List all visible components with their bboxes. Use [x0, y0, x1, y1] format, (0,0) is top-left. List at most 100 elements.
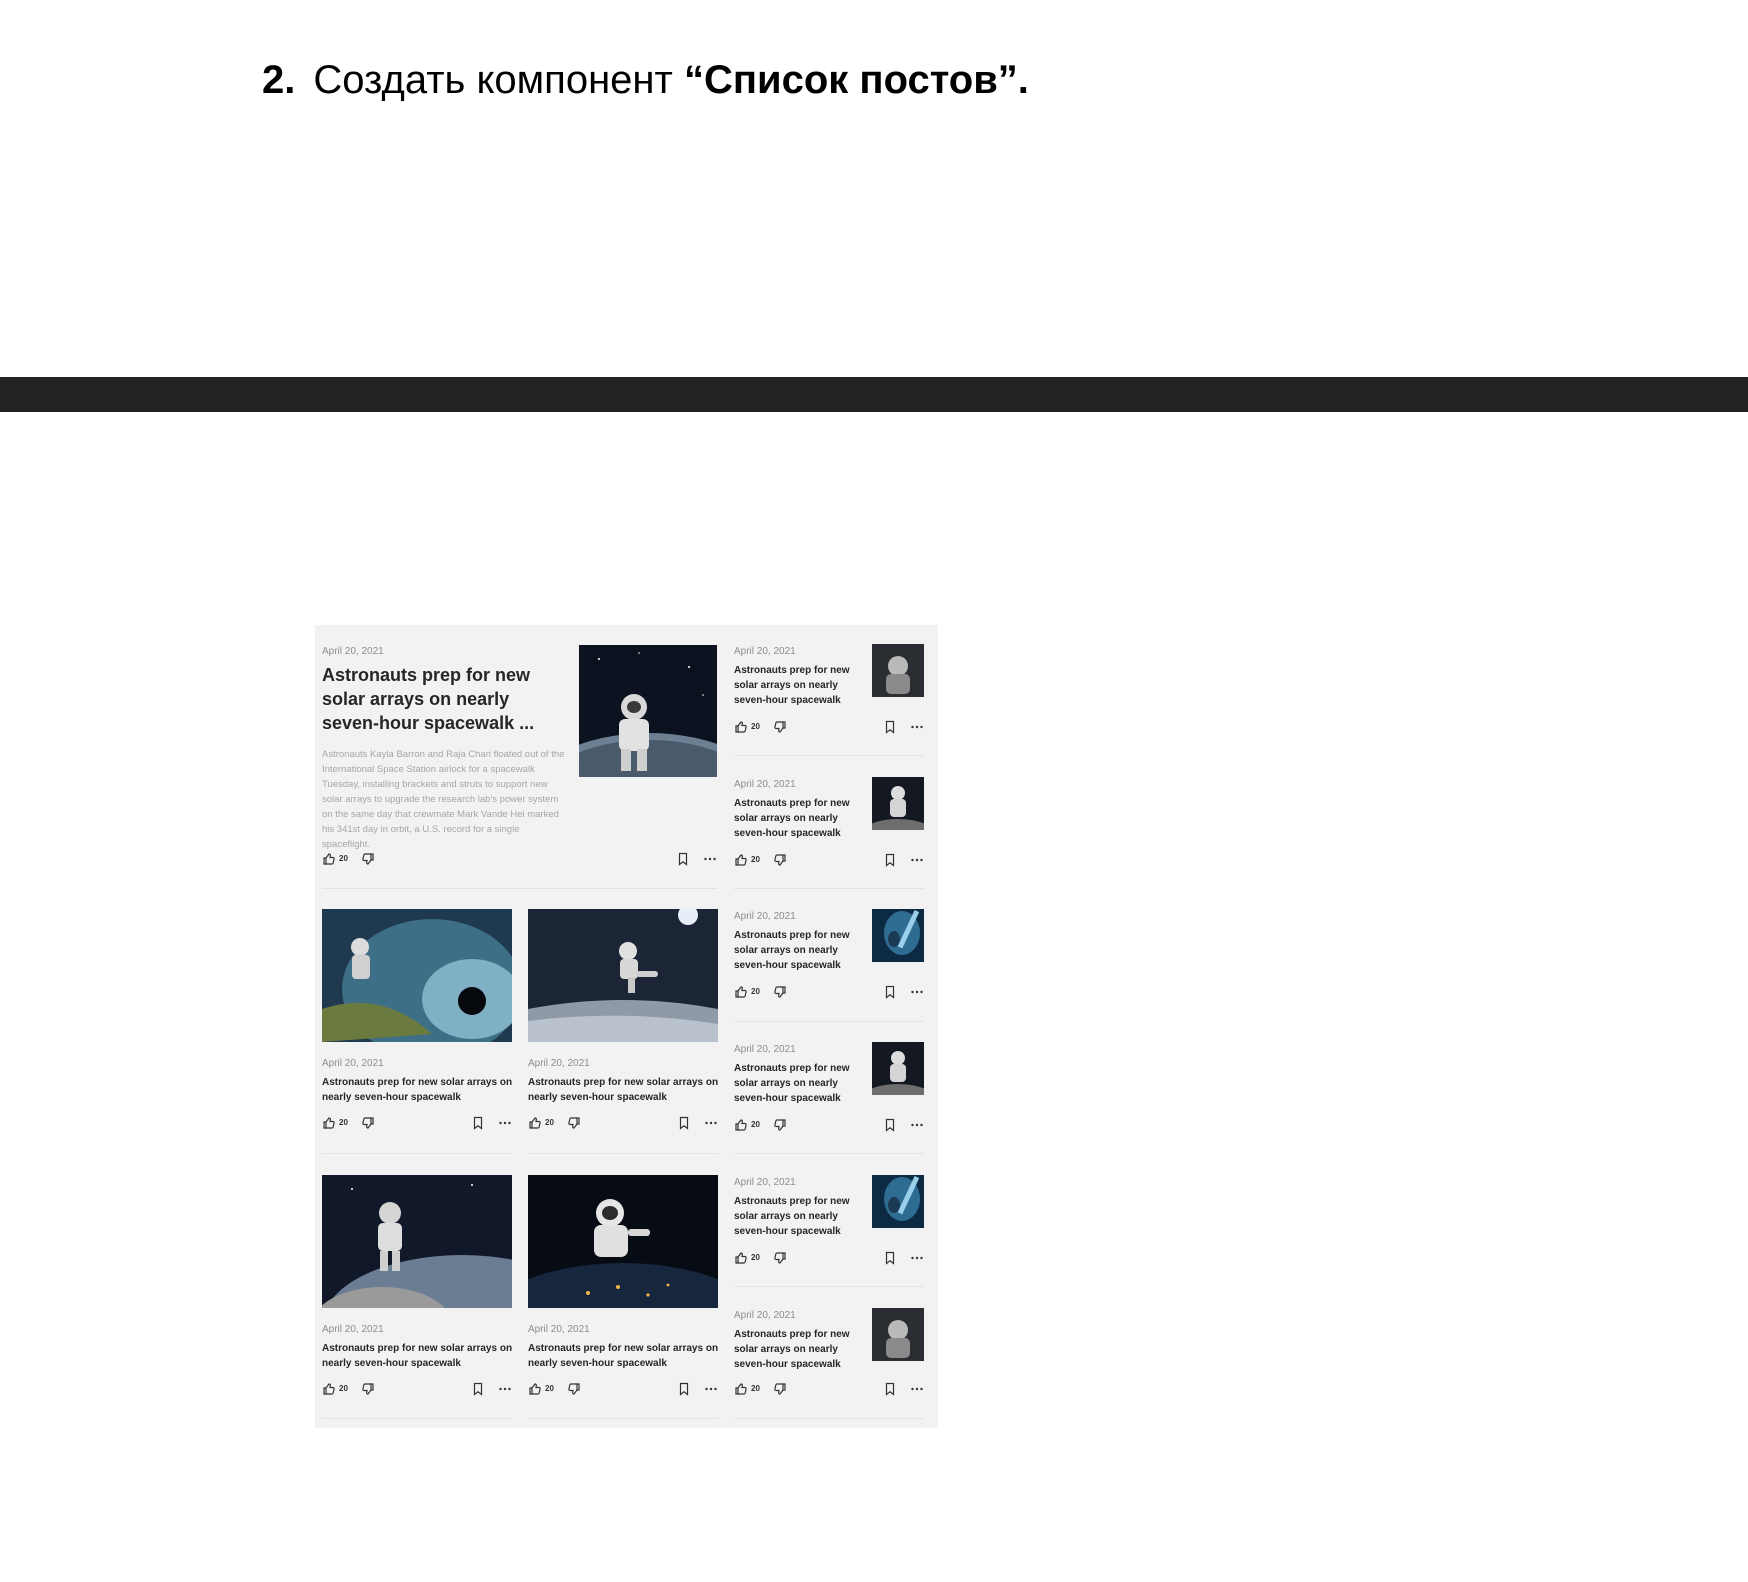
thumbs-up-icon[interactable] [322, 1382, 336, 1396]
bookmark-icon[interactable] [677, 1116, 691, 1130]
post-title[interactable]: Astronauts prep for new solar arrays on … [322, 663, 552, 735]
bookmark-icon[interactable] [883, 853, 897, 867]
divider [734, 755, 924, 756]
post-actions: 20 [734, 720, 924, 734]
post-thumbnail[interactable] [872, 1308, 924, 1361]
post-image[interactable] [322, 1175, 512, 1308]
thumbs-up-icon[interactable] [528, 1382, 542, 1396]
astronaut-photo [579, 645, 717, 777]
like-count: 20 [545, 1384, 554, 1393]
post-actions: 20 [322, 1116, 512, 1130]
post-title[interactable]: Astronauts prep for new solar arrays on … [734, 1327, 852, 1372]
thumbs-up-icon[interactable] [734, 985, 748, 999]
post-title[interactable]: Astronauts prep for new solar arrays on … [528, 1341, 720, 1371]
thumbs-down-icon[interactable] [361, 1382, 375, 1396]
task-number: 2. [262, 58, 296, 102]
post-actions: 20 [734, 1251, 924, 1265]
thumbs-down-icon[interactable] [773, 1382, 787, 1396]
bookmark-icon[interactable] [676, 852, 690, 866]
thumbs-down-icon[interactable] [361, 852, 375, 866]
thumbs-up-icon[interactable] [322, 1116, 336, 1130]
post-image[interactable] [528, 1175, 718, 1308]
bookmark-icon[interactable] [677, 1382, 691, 1396]
like-count: 20 [751, 987, 760, 996]
like-count: 20 [751, 1253, 760, 1262]
thumbs-up-icon[interactable] [322, 852, 336, 866]
divider [322, 888, 717, 889]
more-icon[interactable] [498, 1116, 512, 1130]
thumbs-up-icon[interactable] [528, 1116, 542, 1130]
post-thumbnail[interactable] [872, 909, 924, 962]
bookmark-icon[interactable] [883, 720, 897, 734]
thumbs-down-icon[interactable] [773, 1118, 787, 1132]
more-icon[interactable] [910, 853, 924, 867]
thumbs-down-icon[interactable] [567, 1116, 581, 1130]
more-icon[interactable] [498, 1382, 512, 1396]
post-image[interactable] [579, 645, 717, 777]
more-icon[interactable] [704, 1116, 718, 1130]
thumbs-down-icon[interactable] [567, 1382, 581, 1396]
post-thumbnail[interactable] [872, 644, 924, 697]
post-title[interactable]: Astronauts prep for new solar arrays on … [734, 663, 852, 708]
more-icon[interactable] [910, 985, 924, 999]
posts-list-mockup: April 20, 2021 Astronauts prep for new s… [315, 625, 938, 1428]
thumbs-up-icon[interactable] [734, 1118, 748, 1132]
post-title[interactable]: Astronauts prep for new solar arrays on … [734, 796, 852, 841]
divider [734, 1418, 924, 1419]
bookmark-icon[interactable] [883, 1251, 897, 1265]
thumbs-down-icon[interactable] [773, 1251, 787, 1265]
more-icon[interactable] [703, 852, 717, 866]
divider-band [0, 377, 1748, 412]
post-actions: 20 [734, 1382, 924, 1396]
astronaut-photo [872, 777, 924, 830]
divider [528, 1153, 718, 1154]
more-icon[interactable] [910, 720, 924, 734]
post-thumbnail[interactable] [872, 777, 924, 830]
post-title[interactable]: Astronauts prep for new solar arrays on … [734, 928, 852, 973]
more-icon[interactable] [910, 1251, 924, 1265]
divider [734, 1021, 924, 1022]
post-title[interactable]: Astronauts prep for new solar arrays on … [322, 1341, 514, 1371]
post-actions: 20 [528, 1116, 718, 1130]
thumbs-up-icon[interactable] [734, 1251, 748, 1265]
bookmark-icon[interactable] [883, 1382, 897, 1396]
like-count: 20 [339, 1118, 348, 1127]
bookmark-icon[interactable] [471, 1116, 485, 1130]
post-actions: 20 [734, 1118, 924, 1132]
more-icon[interactable] [910, 1382, 924, 1396]
post-date: April 20, 2021 [734, 1044, 796, 1055]
task-heading: 2. Создать компонент “Список постов”. [262, 52, 1029, 108]
thumbs-down-icon[interactable] [773, 985, 787, 999]
divider [528, 1418, 718, 1419]
post-image[interactable] [322, 909, 512, 1042]
thumbs-up-icon[interactable] [734, 1382, 748, 1396]
thumbs-up-icon[interactable] [734, 853, 748, 867]
post-image[interactable] [528, 909, 718, 1042]
like-count: 20 [339, 1384, 348, 1393]
post-title[interactable]: Astronauts prep for new solar arrays on … [528, 1075, 720, 1105]
post-date: April 20, 2021 [734, 911, 796, 922]
astronaut-photo [322, 1175, 512, 1308]
post-title[interactable]: Astronauts prep for new solar arrays on … [734, 1194, 852, 1239]
divider [734, 1286, 924, 1287]
post-title[interactable]: Astronauts prep for new solar arrays on … [734, 1061, 852, 1106]
thumbs-down-icon[interactable] [773, 853, 787, 867]
post-date: April 20, 2021 [528, 1324, 590, 1335]
more-icon[interactable] [704, 1382, 718, 1396]
thumbs-up-icon[interactable] [734, 720, 748, 734]
bookmark-icon[interactable] [883, 1118, 897, 1132]
bookmark-icon[interactable] [471, 1382, 485, 1396]
post-thumbnail[interactable] [872, 1042, 924, 1095]
bookmark-icon[interactable] [883, 985, 897, 999]
more-icon[interactable] [910, 1118, 924, 1132]
like-count: 20 [751, 722, 760, 731]
post-thumbnail[interactable] [872, 1175, 924, 1228]
post-date: April 20, 2021 [734, 779, 796, 790]
post-date: April 20, 2021 [734, 646, 796, 657]
post-excerpt: Astronauts Kayla Barron and Raja Chari f… [322, 749, 565, 850]
thumbs-down-icon[interactable] [361, 1116, 375, 1130]
post-actions: 20 [322, 852, 717, 866]
thumbs-down-icon[interactable] [773, 720, 787, 734]
post-title[interactable]: Astronauts prep for new solar arrays on … [322, 1075, 514, 1105]
post-actions: 20 [734, 985, 924, 999]
